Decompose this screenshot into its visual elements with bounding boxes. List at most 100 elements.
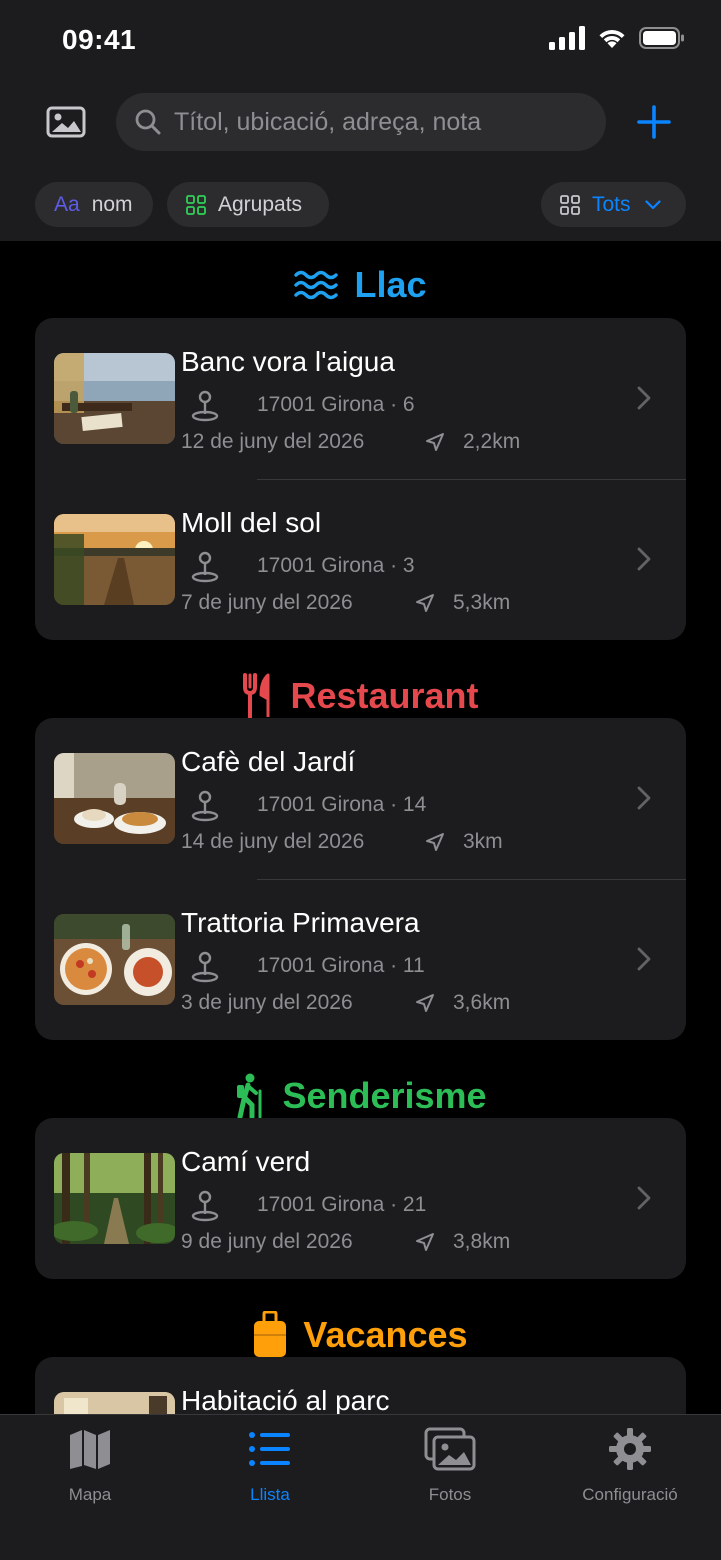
tab-label: Configuració — [582, 1485, 678, 1504]
status-icons — [549, 26, 685, 50]
place-date: 9 de juny del 2026 — [181, 1230, 353, 1253]
chevron-right-icon — [637, 786, 651, 810]
tab-fotos[interactable]: Fotos — [360, 1427, 540, 1505]
place-distance: 3,6km — [415, 991, 510, 1015]
cellular-signal-icon — [549, 26, 585, 50]
list-item[interactable]: Cafè del Jardí 17001 Girona · 14 14 de j… — [35, 718, 686, 879]
place-date: 12 de juny del 2026 — [181, 430, 365, 453]
section-card-llac: Banc vora l'aigua 17001 Girona · 6 12 de… — [35, 318, 686, 640]
distance-value: 2,2km — [463, 430, 521, 453]
group-chip[interactable]: Agrupats — [167, 182, 329, 227]
location-arrow-icon — [426, 833, 444, 851]
section-title-restaurant: Restaurant — [0, 673, 721, 719]
place-thumbnail — [54, 514, 175, 605]
chevron-right-icon — [637, 1186, 651, 1210]
place-address: 17001 Girona · 3 — [257, 554, 415, 577]
location-arrow-icon — [426, 433, 444, 451]
list-icon — [249, 1432, 290, 1466]
distance-value: 3,8km — [453, 1230, 511, 1253]
section-title-text: Llac — [354, 264, 427, 305]
place-distance: 3,8km — [415, 1230, 510, 1254]
tab-label: Fotos — [428, 1485, 472, 1504]
top-bar: 09:41 Aa — [0, 0, 721, 241]
chevron-right-icon — [637, 386, 651, 410]
section-card-senderisme: Camí verd 17001 Girona · 21 9 de juny de… — [35, 1118, 686, 1279]
tab-label: Llista — [250, 1485, 290, 1504]
section-title-senderisme: Senderisme — [0, 1073, 721, 1119]
section-title-text: Senderisme — [282, 1075, 487, 1116]
chevron-down-icon — [644, 199, 661, 209]
sort-chip[interactable]: Aa nom — [35, 182, 153, 227]
chevron-right-icon — [637, 547, 651, 571]
row-divider — [257, 479, 686, 480]
grouped-grid-icon — [186, 194, 206, 215]
row-divider — [257, 879, 686, 880]
battery-icon — [639, 27, 684, 49]
distance-value: 3km — [463, 830, 503, 853]
place-thumbnail — [54, 1153, 175, 1244]
section-title-text: Restaurant — [290, 675, 479, 716]
tab-mapa[interactable]: Mapa — [0, 1427, 180, 1505]
location-pin-icon — [191, 951, 219, 983]
place-title: Banc vora l'aigua — [181, 346, 395, 377]
place-distance: 5,3km — [415, 591, 510, 615]
place-distance: 2,2km — [425, 430, 520, 454]
search-input[interactable] — [174, 93, 594, 151]
tab-bar: Mapa Llista Fotos Configuració — [0, 1414, 721, 1560]
place-title: Habitació al parc — [181, 1385, 390, 1416]
list-item[interactable]: Moll del sol 17001 Girona · 3 7 de juny … — [35, 479, 686, 640]
place-address: 17001 Girona · 6 — [257, 393, 415, 416]
place-thumbnail — [54, 914, 175, 1005]
place-address: 17001 Girona · 11 — [257, 954, 425, 977]
wifi-icon — [599, 29, 625, 48]
suitcase-icon — [254, 1311, 287, 1357]
place-thumbnail — [54, 353, 175, 444]
location-arrow-icon — [416, 594, 434, 612]
location-pin-icon — [191, 551, 219, 583]
distance-value: 3,6km — [453, 991, 511, 1014]
location-pin-icon — [191, 790, 219, 822]
sort-prefix: Aa — [54, 192, 80, 216]
place-address: 17001 Girona · 21 — [257, 1193, 427, 1216]
add-button[interactable] — [636, 104, 672, 140]
place-title: Moll del sol — [181, 507, 322, 538]
place-title: Camí verd — [181, 1146, 311, 1177]
section-title-vacances: Vacances — [0, 1311, 721, 1359]
section-title-text: Vacances — [303, 1314, 468, 1355]
grid-icon — [560, 194, 580, 215]
hiker-icon — [237, 1073, 262, 1119]
section-title-llac: Llac — [0, 264, 721, 306]
group-label: Agrupats — [218, 192, 303, 216]
place-date: 3 de juny del 2026 — [181, 991, 353, 1014]
water-waves-icon — [294, 270, 339, 300]
gear-icon — [609, 1428, 651, 1470]
place-address: 17001 Girona · 14 — [257, 793, 427, 816]
distance-value: 5,3km — [453, 591, 511, 614]
tab-label: Mapa — [68, 1485, 112, 1504]
list-item[interactable]: Trattoria Primavera 17001 Girona · 11 3 … — [35, 879, 686, 1040]
tab-configuracio[interactable]: Configuració — [540, 1427, 720, 1505]
sort-label: nom — [91, 192, 133, 216]
location-pin-icon — [191, 1190, 219, 1222]
filter-label: Tots — [592, 192, 631, 216]
chevron-right-icon — [637, 947, 651, 971]
search-bar[interactable] — [116, 93, 606, 151]
fork-knife-icon — [243, 673, 270, 719]
place-date: 14 de juny del 2026 — [181, 830, 365, 853]
location-pin-icon — [191, 390, 219, 422]
tab-llista[interactable]: Llista — [180, 1427, 360, 1505]
list-item[interactable]: Camí verd 17001 Girona · 21 9 de juny de… — [35, 1118, 686, 1279]
section-card-restaurant: Cafè del Jardí 17001 Girona · 14 14 de j… — [35, 718, 686, 1040]
place-thumbnail — [54, 753, 175, 844]
photo-library-button[interactable] — [46, 104, 88, 140]
map-icon — [70, 1430, 110, 1469]
status-time: 09:41 — [62, 24, 137, 55]
filter-dropdown[interactable]: Tots — [541, 182, 686, 227]
search-icon — [135, 109, 161, 135]
place-date: 7 de juny del 2026 — [181, 591, 353, 614]
place-title: Cafè del Jardí — [181, 746, 356, 777]
location-arrow-icon — [416, 994, 434, 1012]
location-arrow-icon — [416, 1233, 434, 1251]
place-distance: 3km — [425, 830, 503, 854]
list-item[interactable]: Banc vora l'aigua 17001 Girona · 6 12 de… — [35, 318, 686, 479]
